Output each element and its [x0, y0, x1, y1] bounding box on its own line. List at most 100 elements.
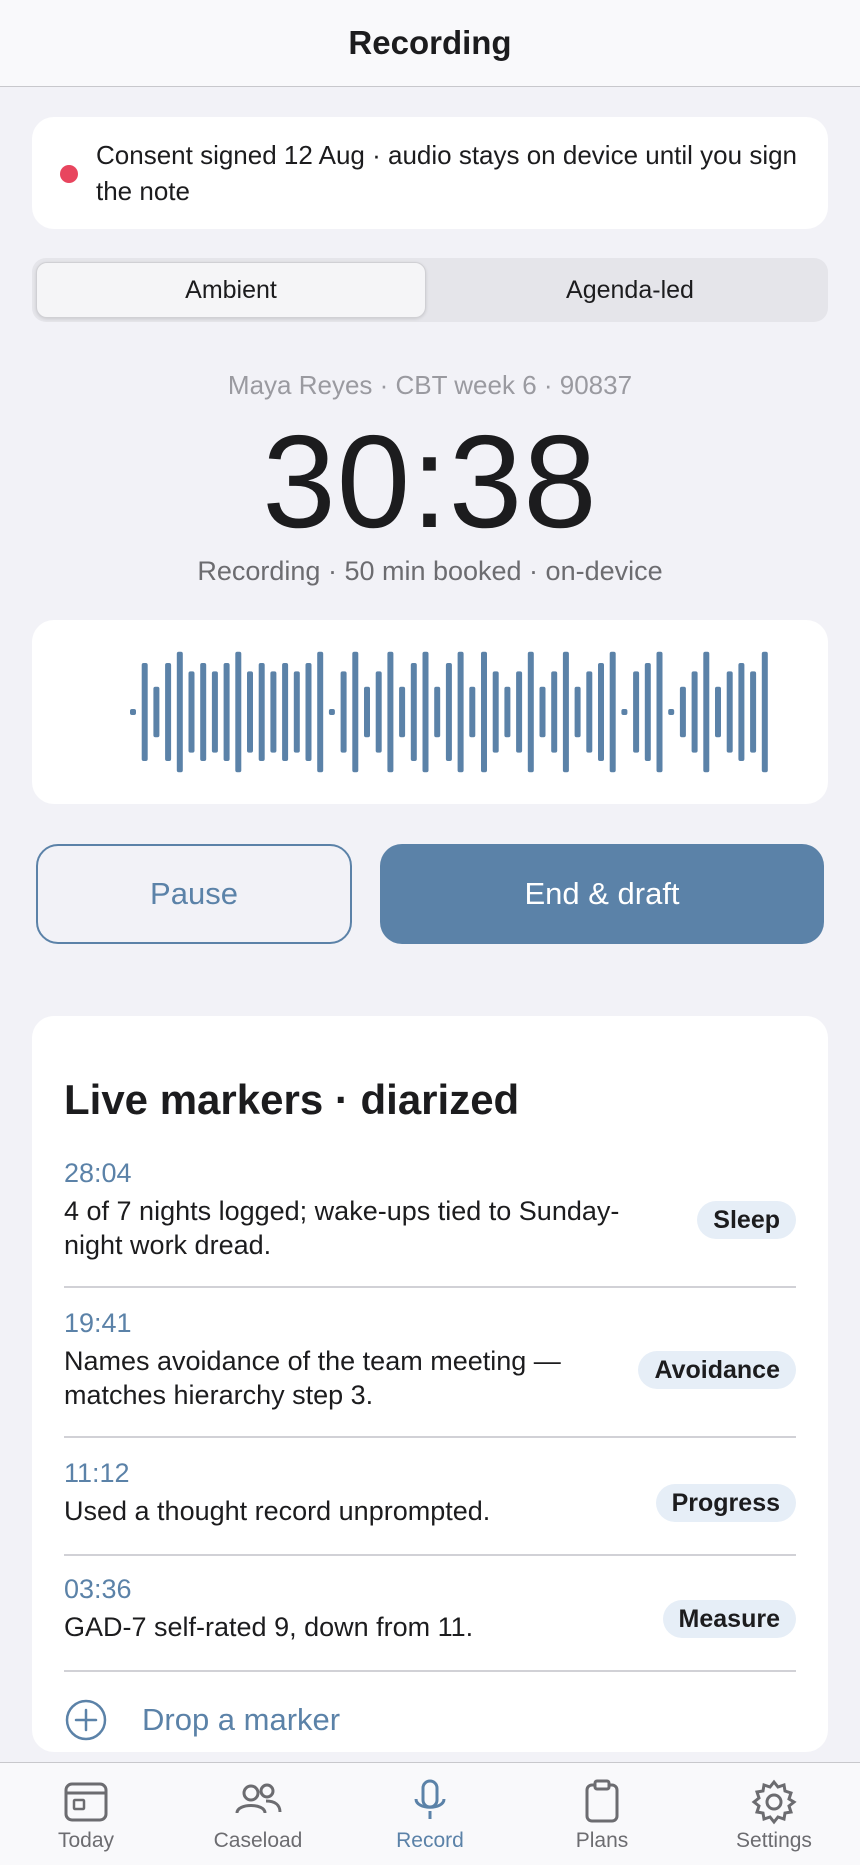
waveform-bar: [574, 686, 581, 738]
waveform-bar: [235, 651, 242, 773]
tab-bar: Today Caseload Record Plans Settings: [0, 1762, 860, 1865]
marker-text-line: Names avoidance of the team meeting —: [64, 1346, 561, 1376]
live-markers-card: Live markers · diarized 28:04 4 of 7 nig…: [32, 1016, 828, 1752]
waveform-bar: [293, 671, 300, 753]
recording-status: Recording · 50 min booked · on-device: [197, 556, 663, 586]
waveform-bar: [469, 686, 476, 738]
waveform-bar: [223, 663, 230, 761]
recording-status-dot: [60, 165, 78, 183]
waveform-bar: [141, 663, 148, 761]
segment-agenda-led[interactable]: Agenda-led: [432, 262, 828, 318]
tab-plans[interactable]: Plans: [516, 1763, 688, 1865]
tab-label: Settings: [736, 1829, 812, 1852]
marker-row[interactable]: 03:36 GAD-7 self-rated 9, down from 11. …: [64, 1574, 796, 1672]
waveform-card: [32, 620, 828, 804]
clipboard-icon: [585, 1779, 619, 1823]
tab-today[interactable]: Today: [0, 1763, 172, 1865]
waveform-bar: [422, 651, 429, 773]
tab-label: Record: [396, 1829, 464, 1852]
waveform-bar: [258, 663, 265, 761]
waveform-bar: [375, 671, 382, 753]
marker-time: 03:36: [64, 1574, 132, 1604]
marker-row[interactable]: 28:04 4 of 7 nights logged; wake-ups tie…: [64, 1158, 796, 1288]
tab-caseload[interactable]: Caseload: [172, 1763, 344, 1865]
waveform-bar: [211, 671, 218, 753]
marker-time: 11:12: [64, 1458, 130, 1488]
waveform-bar: [598, 663, 604, 761]
end-and-draft-button[interactable]: End & draft: [380, 844, 824, 944]
waveform-bar: [633, 671, 640, 753]
marker-text-line: Used a thought record unprompted.: [64, 1496, 491, 1526]
waveform-bar: [551, 671, 558, 753]
live-markers-title: Live markers · diarized: [64, 1076, 520, 1123]
marker-text-line: GAD-7 self-rated 9, down from 11.: [64, 1612, 474, 1642]
waveform-bar: [364, 686, 370, 738]
mode-segmented-control: Ambient Agenda-led: [32, 258, 828, 322]
waveform-bar: [130, 709, 136, 715]
plus-circle-icon: [65, 1699, 107, 1741]
marker-tag: Measure: [662, 1600, 796, 1638]
waveform-bar: [445, 663, 452, 761]
marker-time: 28:04: [64, 1158, 132, 1188]
waveform-bar: [457, 651, 464, 773]
waveform-bar: [691, 671, 698, 753]
waveform-bar: [352, 651, 359, 773]
waveform-bar: [481, 651, 487, 773]
waveform-bar: [188, 671, 195, 753]
waveform-bar: [504, 686, 511, 738]
waveform-bar: [282, 663, 289, 761]
waveform-bar: [539, 686, 546, 738]
marker-text-line: 4 of 7 nights logged; wake-ups tied to S…: [64, 1196, 620, 1226]
waveform-bar: [562, 651, 569, 773]
waveform-bar: [270, 671, 277, 753]
waveform-bar: [399, 686, 406, 738]
session-subtitle: Maya Reyes · CBT week 6 · 90837: [227, 370, 633, 400]
waveform-bar: [305, 663, 312, 761]
tab-settings[interactable]: Settings: [688, 1763, 860, 1865]
people-icon: [235, 1783, 282, 1814]
waveform-bar: [750, 671, 757, 753]
waveform-bar: [761, 651, 768, 773]
waveform-bar: [387, 651, 394, 773]
waveform-bar: [317, 651, 324, 773]
waveform-bar: [679, 686, 686, 738]
consent-text: Consent signed 12 Aug · audio stays on d…: [96, 140, 798, 206]
waveform-bar: [516, 671, 523, 753]
waveform-bar: [434, 686, 441, 738]
waveform-bar: [738, 663, 745, 761]
marker-text-line: night work dread.: [64, 1230, 272, 1260]
gear-icon: [751, 1779, 797, 1825]
waveform-bar: [656, 651, 663, 773]
waveform-bar: [609, 651, 616, 773]
marker-row[interactable]: 19:41 Names avoidance of the team meetin…: [64, 1308, 796, 1438]
drop-marker-button[interactable]: Drop a marker: [64, 1690, 340, 1750]
marker-text-line: matches hierarchy step 3.: [64, 1380, 374, 1410]
marker-tag: Progress: [655, 1484, 796, 1522]
recording-timer: 30:38: [262, 408, 598, 555]
tab-label: Today: [57, 1829, 115, 1852]
consent-banner: Consent signed 12 Aug · audio stays on d…: [32, 117, 828, 229]
calendar-icon: [64, 1782, 108, 1822]
tab-record[interactable]: Record: [344, 1763, 516, 1865]
waveform-bar: [153, 686, 160, 738]
segment-ambient[interactable]: Ambient: [36, 262, 426, 318]
waveform-bar: [703, 651, 710, 773]
waveform-bar: [586, 671, 593, 753]
drop-marker-label: Drop a marker: [142, 1702, 341, 1737]
marker-tag: Avoidance: [638, 1351, 796, 1389]
tab-label: Plans: [575, 1829, 629, 1852]
waveform-bar: [410, 663, 417, 761]
waveform-bar: [492, 671, 499, 753]
marker-tag: Sleep: [697, 1201, 796, 1239]
marker-row[interactable]: 11:12 Used a thought record unprompted. …: [64, 1458, 796, 1556]
pause-button[interactable]: Pause: [36, 844, 352, 944]
waveform-bar: [176, 651, 183, 773]
audio-waveform: [130, 651, 768, 773]
waveform-bar: [165, 663, 172, 761]
tab-label: Caseload: [213, 1829, 303, 1852]
waveform-bar: [340, 671, 347, 753]
waveform-bar: [200, 663, 207, 761]
waveform-bar: [328, 709, 335, 715]
nav-bar: Recording: [0, 0, 860, 87]
waveform-bar: [668, 709, 675, 715]
